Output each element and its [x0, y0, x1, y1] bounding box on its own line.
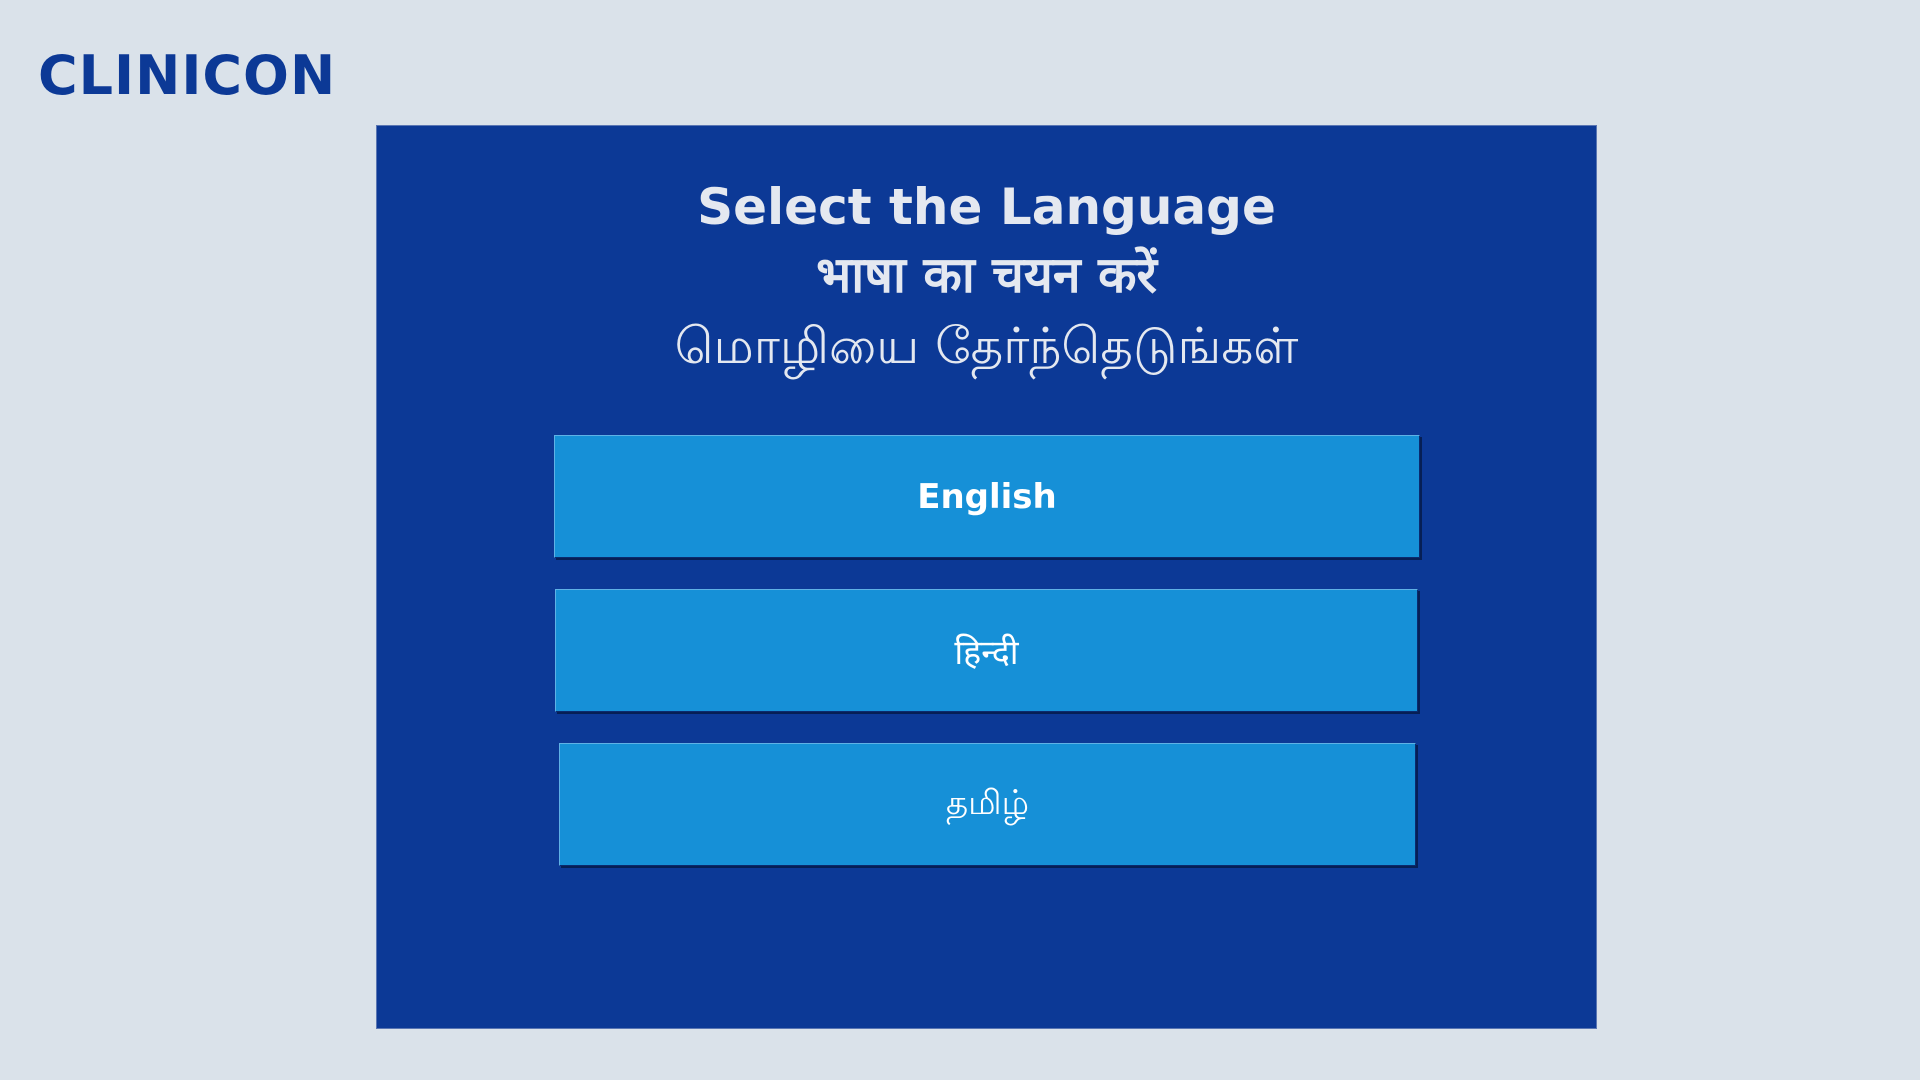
language-heading: Select the Language भाषा का चयन करें மொழ… [377, 173, 1596, 383]
language-selection-screen: CLINICON Select the Language भाषा का चयन… [0, 0, 1920, 1080]
english-button[interactable]: English [554, 435, 1420, 558]
hindi-button-label: हिन्दी [954, 632, 1019, 673]
heading-hindi: भाषा का चयन करें [816, 246, 1157, 304]
app-logo: CLINICON [38, 44, 337, 107]
tamil-button[interactable]: தமிழ் [559, 743, 1416, 866]
english-button-label: English [917, 476, 1057, 517]
hindi-button[interactable]: हिन्दी [555, 589, 1418, 712]
tamil-button-label: தமிழ் [946, 782, 1029, 823]
language-panel: Select the Language भाषा का चयन करें மொழ… [376, 125, 1597, 1029]
heading-tamil: மொழியை தேர்ந்தெடுங்கள் [674, 317, 1299, 375]
heading-english: Select the Language [697, 178, 1276, 236]
